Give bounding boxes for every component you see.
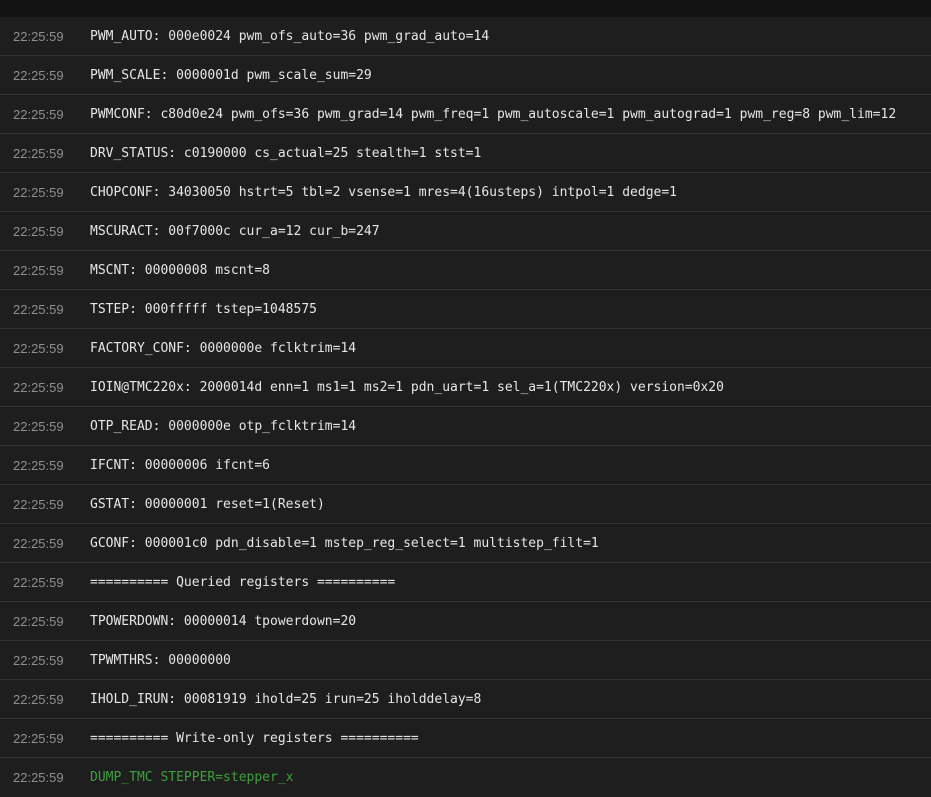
line-text: TPOWERDOWN: 00000014 tpowerdown=20 <box>90 613 357 629</box>
line-timestamp: 22:25:59 <box>13 418 64 434</box>
line-text: FACTORY_CONF: 0000000e fclktrim=14 <box>90 340 357 356</box>
console-line: 22:25:59 DRV_STATUS: c0190000 cs_actual=2… <box>0 134 931 173</box>
line-text: TSTEP: 000fffff tstep=1048575 <box>90 301 317 317</box>
console-line: 22:25:59 MSCURACT: 00f7000c cur_a=12 cur_… <box>0 212 931 251</box>
command-text[interactable]: DUMP_TMC STEPPER=stepper_x <box>90 770 294 785</box>
console-line: 22:25:59 PWM_AUTO: 000e0024 pwm_ofs_auto=… <box>0 17 931 56</box>
console-line: 22:25:59 PWM_SCALE: 0000001d pwm_scale_su… <box>0 56 931 95</box>
console-line: 22:25:59 PWMCONF: c80d0e24 pwm_ofs=36 pwm… <box>0 95 931 134</box>
line-timestamp: 22:25:59 <box>13 262 64 278</box>
console-line: 22:25:59 IFCNT: 00000006 ifcnt=6 <box>0 446 931 485</box>
line-timestamp: 22:25:59 <box>13 301 64 317</box>
console-line: 22:25:59 GSTAT: 00000001 reset=1(Reset) <box>0 485 931 524</box>
line-text: CHOPCONF: 34030050 hstrt=5 tbl=2 vsense=… <box>90 184 677 200</box>
line-text: GCONF: 000001c0 pdn_disable=1 mstep_reg_… <box>90 535 599 551</box>
console-command-line: 22:25:59 DUMP_TMC STEPPER=stepper_x <box>0 758 931 797</box>
line-timestamp: 22:25:59 <box>13 496 64 512</box>
console-line: 22:25:59 MSCNT: 00000008 mscnt=8 <box>0 251 931 290</box>
line-text: ========== Queried registers ========== <box>90 574 396 590</box>
line-text: IFCNT: 00000006 ifcnt=6 <box>90 457 271 473</box>
line-text: DRV_STATUS: c0190000 cs_actual=25 stealt… <box>90 145 482 161</box>
console-log[interactable]: 22:25:59 PWM_AUTO: 000e0024 pwm_ofs_auto=… <box>0 17 931 797</box>
line-text: GSTAT: 00000001 reset=1(Reset) <box>90 496 325 512</box>
line-text: PWM_SCALE: 0000001d pwm_scale_sum=29 <box>90 67 372 83</box>
line-timestamp: 22:25:59 <box>13 145 64 161</box>
line-timestamp: 22:25:59 <box>13 340 64 356</box>
line-timestamp: 22:25:59 <box>13 106 64 122</box>
line-timestamp: 22:25:59 <box>13 67 64 83</box>
line-text: PWM_AUTO: 000e0024 pwm_ofs_auto=36 pwm_g… <box>90 28 490 44</box>
line-text: MSCNT: 00000008 mscnt=8 <box>90 262 271 278</box>
line-text: TPWMTHRS: 00000000 <box>90 652 231 668</box>
line-timestamp: 22:25:59 <box>13 379 64 395</box>
line-text: MSCURACT: 00f7000c cur_a=12 cur_b=247 <box>90 223 380 239</box>
console-line: 22:25:59 ========== Write-only registers … <box>0 719 931 758</box>
line-timestamp: 22:25:59 <box>13 457 64 473</box>
console-line: 22:25:59 TPWMTHRS: 00000000 <box>0 641 931 680</box>
console-line: 22:25:59 FACTORY_CONF: 0000000e fclktrim=… <box>0 329 931 368</box>
console-line: 22:25:59 CHOPCONF: 34030050 hstrt=5 tbl=2… <box>0 173 931 212</box>
console-line: 22:25:59 ========== Queried registers ===… <box>0 563 931 602</box>
line-timestamp: 22:25:59 <box>13 28 64 44</box>
line-text: IOIN@TMC220x: 2000014d enn=1 ms1=1 ms2=1… <box>90 379 724 395</box>
console-line: 22:25:59 IHOLD_IRUN: 00081919 ihold=25 ir… <box>0 680 931 719</box>
line-timestamp: 22:25:59 <box>13 574 64 590</box>
line-timestamp: 22:25:59 <box>13 613 64 629</box>
console-line: 22:25:59 OTP_READ: 0000000e otp_fclktrim=… <box>0 407 931 446</box>
console-line: 22:25:59 GCONF: 000001c0 pdn_disable=1 ms… <box>0 524 931 563</box>
line-text: OTP_READ: 0000000e otp_fclktrim=14 <box>90 418 357 434</box>
line-text: PWMCONF: c80d0e24 pwm_ofs=36 pwm_grad=14… <box>90 106 897 122</box>
line-timestamp: 22:25:59 <box>13 691 64 707</box>
line-timestamp: 22:25:59 <box>13 223 64 239</box>
line-timestamp: 22:25:59 <box>13 535 64 551</box>
console-line: 22:25:59 IOIN@TMC220x: 2000014d enn=1 ms1… <box>0 368 931 407</box>
line-timestamp: 22:25:59 <box>13 184 64 200</box>
line-text: IHOLD_IRUN: 00081919 ihold=25 irun=25 ih… <box>90 691 482 707</box>
line-text: ========== Write-only registers ========… <box>90 730 419 746</box>
console-line: 22:25:59 TSTEP: 000fffff tstep=1048575 <box>0 290 931 329</box>
line-timestamp: 22:25:59 <box>13 652 64 668</box>
line-timestamp: 22:25:59 <box>13 770 64 785</box>
line-timestamp: 22:25:59 <box>13 730 64 746</box>
console-line: 22:25:59 TPOWERDOWN: 00000014 tpowerdown=… <box>0 602 931 641</box>
